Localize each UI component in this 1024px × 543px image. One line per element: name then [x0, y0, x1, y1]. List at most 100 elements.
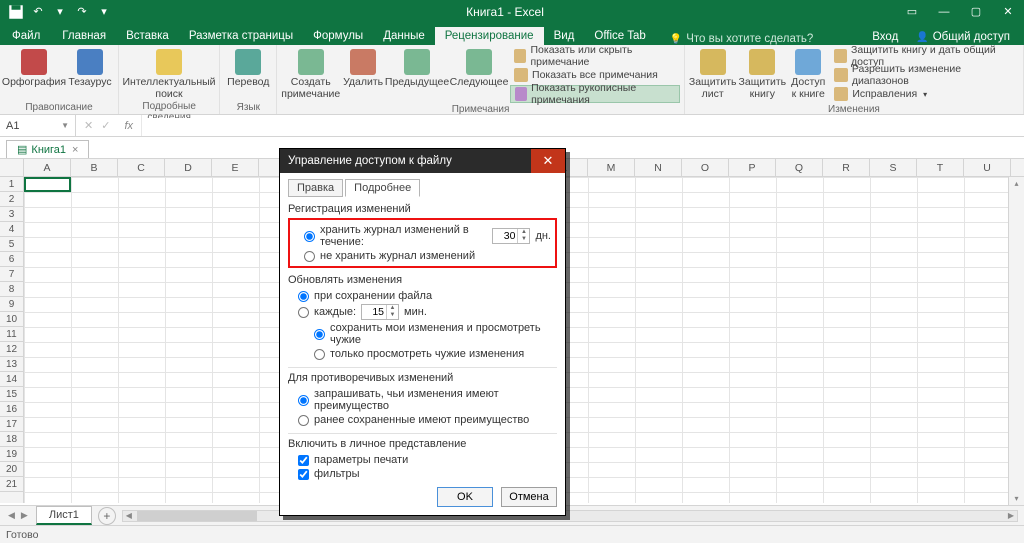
col-header[interactable]: M [588, 159, 635, 176]
ribbon-options-icon[interactable]: ▭ [896, 0, 928, 23]
sheet-nav[interactable]: ◀▶ [0, 510, 36, 521]
protect-workbook-button[interactable]: Защитить книгу [739, 47, 787, 100]
close-button[interactable]: ✕ [992, 0, 1024, 23]
next-comment-button[interactable]: Следующее [450, 47, 508, 89]
dialog-tab-edit[interactable]: Правка [288, 179, 343, 197]
row-header[interactable]: 10 [0, 312, 23, 327]
row-header[interactable]: 8 [0, 282, 23, 297]
col-header[interactable]: C [118, 159, 165, 176]
opt-on-save[interactable]: при сохранении файла [288, 289, 557, 303]
col-header[interactable]: T [917, 159, 964, 176]
accept-fx-icon[interactable]: ✓ [101, 119, 110, 132]
thesaurus-button[interactable]: Тезаурус [66, 47, 114, 89]
row-header[interactable]: 3 [0, 207, 23, 222]
dialog-tab-more[interactable]: Подробнее [345, 179, 420, 197]
row-header[interactable]: 1 [0, 177, 23, 192]
tab-view[interactable]: Вид [544, 27, 585, 45]
opt-view-only[interactable]: только просмотреть чужие изменения [288, 347, 557, 361]
chevron-down-icon[interactable]: ▼ [61, 121, 69, 130]
row-header[interactable]: 15 [0, 387, 23, 402]
chk-print[interactable]: параметры печати [288, 453, 557, 467]
share-button[interactable]: Общий доступ [910, 29, 1016, 45]
tab-review[interactable]: Рецензирование [435, 27, 544, 45]
col-header[interactable]: U [964, 159, 1011, 176]
row-header[interactable]: 13 [0, 357, 23, 372]
allow-edit-ranges-button[interactable]: Разрешить изменение диапазонов [830, 66, 1019, 84]
maximize-button[interactable]: ▢ [960, 0, 992, 23]
col-header[interactable]: N [635, 159, 682, 176]
opt-keep-history[interactable]: хранить журнал изменений в течение: ▲▼ д… [294, 223, 551, 249]
cancel-button[interactable]: Отмена [501, 487, 557, 507]
save-icon[interactable] [6, 2, 26, 22]
add-sheet-button[interactable]: + [98, 507, 116, 525]
tab-office[interactable]: Office Tab [584, 27, 655, 45]
undo-button[interactable]: ↶ [28, 2, 48, 22]
new-comment-button[interactable]: Создать примечание [281, 47, 340, 100]
smart-lookup-button[interactable]: Интеллектуальный поиск [123, 47, 215, 100]
row-header[interactable]: 19 [0, 447, 23, 462]
horizontal-scrollbar[interactable]: ◀▶ [122, 510, 1018, 522]
row-header[interactable]: 9 [0, 297, 23, 312]
tab-formulas[interactable]: Формулы [303, 27, 373, 45]
name-box[interactable]: A1▼ [0, 115, 76, 136]
row-header[interactable]: 17 [0, 417, 23, 432]
opt-earlier[interactable]: ранее сохраненные имеют преимущество [288, 413, 557, 427]
tab-page-layout[interactable]: Разметка страницы [179, 27, 303, 45]
sheet-tab[interactable]: Лист1 [36, 506, 92, 525]
vertical-scrollbar[interactable]: ▴▾ [1008, 177, 1024, 505]
fx-icon[interactable]: fx [118, 120, 133, 132]
row-header[interactable]: 18 [0, 432, 23, 447]
col-header[interactable]: Q [776, 159, 823, 176]
share-workbook-button[interactable]: Доступ к книге [788, 47, 828, 100]
formula-input[interactable] [142, 118, 1024, 133]
redo-button[interactable]: ↷ [72, 2, 92, 22]
minutes-input[interactable] [362, 306, 386, 318]
col-header[interactable]: B [71, 159, 118, 176]
minutes-spinner[interactable]: ▲▼ [361, 304, 399, 320]
select-all-corner[interactable] [0, 159, 24, 176]
days-input[interactable] [493, 230, 517, 242]
col-header[interactable]: E [212, 159, 259, 176]
tab-file[interactable]: Файл [0, 27, 52, 45]
opt-every[interactable]: каждые: ▲▼ мин. [288, 303, 557, 321]
row-header[interactable]: 7 [0, 267, 23, 282]
row-header[interactable]: 5 [0, 237, 23, 252]
col-header[interactable]: S [870, 159, 917, 176]
tell-me-search[interactable]: Что вы хотите сделать? [656, 33, 867, 45]
row-header[interactable]: 12 [0, 342, 23, 357]
col-header[interactable]: R [823, 159, 870, 176]
workbook-tab[interactable]: ▤Книга1× [6, 140, 89, 158]
login-link[interactable]: Вход [866, 31, 904, 43]
tab-data[interactable]: Данные [373, 27, 435, 45]
row-header[interactable]: 11 [0, 327, 23, 342]
row-header[interactable]: 21 [0, 477, 23, 492]
delete-comment-button[interactable]: Удалить [342, 47, 384, 89]
days-spinner[interactable]: ▲▼ [492, 228, 530, 244]
ok-button[interactable]: OK [437, 487, 493, 507]
dialog-close-button[interactable]: ✕ [531, 149, 565, 173]
col-header[interactable]: P [729, 159, 776, 176]
col-header[interactable]: D [165, 159, 212, 176]
cancel-fx-icon[interactable]: ✕ [84, 119, 93, 132]
row-header[interactable]: 2 [0, 192, 23, 207]
prev-comment-button[interactable]: Предыдущее [386, 47, 448, 89]
row-header[interactable]: 14 [0, 372, 23, 387]
opt-ask[interactable]: запрашивать, чьи изменения имеют преимущ… [288, 387, 557, 413]
tab-insert[interactable]: Вставка [116, 27, 179, 45]
opt-save-and-view[interactable]: сохранить мои изменения и просмотреть чу… [288, 321, 557, 347]
row-header[interactable]: 4 [0, 222, 23, 237]
close-workbook-icon[interactable]: × [72, 144, 78, 156]
qat-dropdown2-icon[interactable]: ▾ [94, 2, 114, 22]
dialog-titlebar[interactable]: Управление доступом к файлу ✕ [280, 149, 565, 173]
protect-sheet-button[interactable]: Защитить лист [689, 47, 737, 100]
col-header[interactable]: A [24, 159, 71, 176]
minimize-button[interactable]: — [928, 0, 960, 23]
spelling-button[interactable]: Орфография [4, 47, 64, 89]
qat-dropdown-icon[interactable]: ▾ [50, 2, 70, 22]
show-hide-comment-button[interactable]: Показать или скрыть примечание [510, 47, 680, 65]
show-ink-button[interactable]: Показать рукописные примечания [510, 85, 680, 103]
track-changes-button[interactable]: Исправления▾ [830, 85, 1019, 103]
chk-filters[interactable]: фильтры [288, 467, 557, 481]
tab-home[interactable]: Главная [52, 27, 116, 45]
row-header[interactable]: 20 [0, 462, 23, 477]
